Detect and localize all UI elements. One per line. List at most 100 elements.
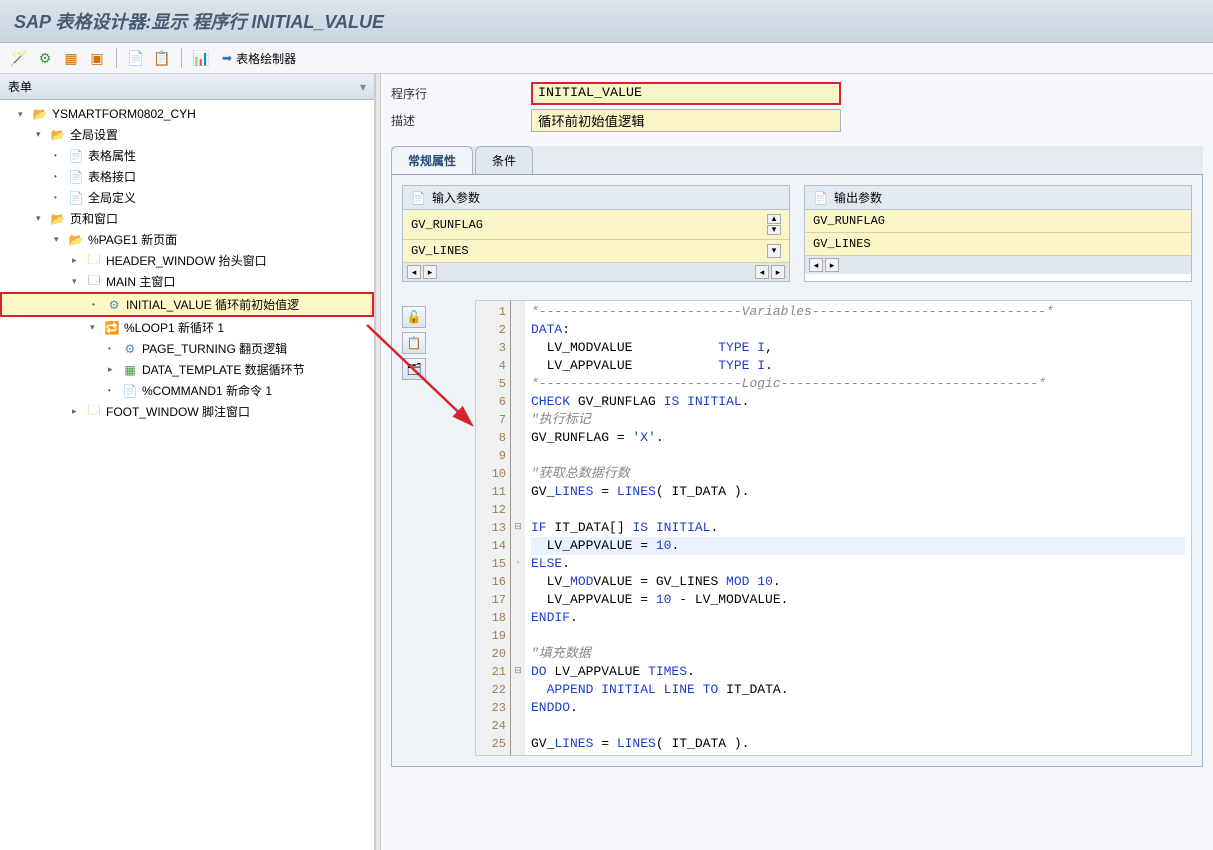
in-param-row-1[interactable]: GV_RUNFLAG ▴ ▾ xyxy=(403,210,789,240)
tree-item[interactable]: ▾📂全局设置 xyxy=(0,124,374,145)
scroll-left2-icon[interactable]: ◂ xyxy=(755,265,769,279)
tree-label: %LOOP1 新循环 1 xyxy=(124,319,224,336)
tree-item[interactable]: ▸▦DATA_TEMPLATE 数据循环节 xyxy=(0,359,374,380)
scroll-right2-icon[interactable]: ▸ xyxy=(771,265,785,279)
dropdown-icon[interactable]: ▾ xyxy=(767,244,781,258)
collapse-icon[interactable]: ▾ xyxy=(360,80,366,94)
tree-label: 表格属性 xyxy=(88,147,136,164)
struct-icon[interactable]: 🗂 xyxy=(402,358,426,380)
in-param-2: GV_LINES xyxy=(411,244,469,258)
left-panel: 表单 ▾ ▾📂YSMARTFORM0802_CYH▾📂全局设置•📄表格属性•📄表… xyxy=(0,74,375,850)
window-icon[interactable]: ▣ xyxy=(86,47,108,69)
tree[interactable]: ▾📂YSMARTFORM0802_CYH▾📂全局设置•📄表格属性•📄表格接口•📄… xyxy=(0,100,374,850)
toolbar-sep xyxy=(116,48,117,68)
bullet-icon: • xyxy=(108,344,118,353)
bullet-icon: • xyxy=(54,151,64,160)
graph2-icon[interactable]: 📊 xyxy=(190,47,212,69)
tree-item[interactable]: ▾📂页和窗口 xyxy=(0,208,374,229)
page1-icon[interactable]: 📄 xyxy=(125,47,147,69)
output-params-header: 📄 输出参数 xyxy=(805,186,1191,210)
input-params-box: 📄 输入参数 GV_RUNFLAG ▴ ▾ GV_LINES ▾ xyxy=(402,185,790,282)
step-up-icon[interactable]: ▴ xyxy=(767,214,781,224)
twist-icon[interactable]: ▾ xyxy=(72,276,82,287)
field-row-desc: 描述 xyxy=(391,109,1203,132)
tree-label: HEADER_WINDOW 抬头窗口 xyxy=(106,252,267,269)
title-bar: SAP 表格设计器:显示 程序行 INITIAL_VALUE xyxy=(0,0,1213,43)
tree-label: 全局定义 xyxy=(88,189,136,206)
tree-item[interactable]: •⚙PAGE_TURNING 翻页逻辑 xyxy=(0,338,374,359)
in-param-row-2[interactable]: GV_LINES ▾ xyxy=(403,240,789,263)
bullet-icon: • xyxy=(54,193,64,202)
twist-icon[interactable]: ▾ xyxy=(90,322,100,333)
copy-icon[interactable]: 📋 xyxy=(402,332,426,354)
graph-icon[interactable]: ▦ xyxy=(60,47,82,69)
out-param-row-1[interactable]: GV_RUNFLAG xyxy=(805,210,1191,233)
step-down-icon[interactable]: ▾ xyxy=(767,225,781,235)
out-param-2: GV_LINES xyxy=(813,237,871,251)
tree-label: MAIN 主窗口 xyxy=(106,273,175,290)
check-icon[interactable]: 🔓 xyxy=(402,306,426,328)
tree-item[interactable]: •📄表格接口 xyxy=(0,166,374,187)
in-param-1: GV_RUNFLAG xyxy=(411,218,483,232)
tree-label: FOOT_WINDOW 脚注窗口 xyxy=(106,403,250,420)
out-scroll: ◂ ▸ xyxy=(805,256,1191,274)
bullet-icon: • xyxy=(92,300,102,309)
painter-label: 表格绘制器 xyxy=(236,50,296,67)
tree-item[interactable]: ▾📂%PAGE1 新页面 xyxy=(0,229,374,250)
toolbar-sep xyxy=(181,48,182,68)
tree-item[interactable]: •📄全局定义 xyxy=(0,187,374,208)
tree-header: 表单 ▾ xyxy=(0,74,374,100)
twist-icon[interactable]: ▾ xyxy=(36,213,46,224)
tree-label: DATA_TEMPLATE 数据循环节 xyxy=(142,361,305,378)
tree-item[interactable]: •⚙INITIAL_VALUE 循环前初始值逻 xyxy=(0,292,374,317)
page2-icon[interactable]: 📋 xyxy=(151,47,173,69)
input-params-label: 输入参数 xyxy=(432,189,480,206)
tab-condition[interactable]: 条件 xyxy=(475,146,533,174)
twist-icon[interactable]: ▸ xyxy=(72,255,82,266)
tree-item[interactable]: ▾📂YSMARTFORM0802_CYH xyxy=(0,104,374,124)
tree-item[interactable]: ▾🗔MAIN 主窗口 xyxy=(0,271,374,292)
out-param-row-2[interactable]: GV_LINES xyxy=(805,233,1191,256)
output-params-label: 输出参数 xyxy=(834,189,882,206)
top-toolbar: 🪄 ⚙ ▦ ▣ 📄 📋 📊 ➡ 表格绘制器 xyxy=(0,43,1213,74)
twist-icon[interactable]: ▸ xyxy=(108,364,118,375)
scroll-right-icon[interactable]: ▸ xyxy=(423,265,437,279)
twist-icon[interactable]: ▸ xyxy=(72,406,82,417)
wand-icon[interactable]: 🪄 xyxy=(8,47,30,69)
line-gutter: 1234567891011121314151617181920212223242… xyxy=(475,300,511,756)
sort-icon[interactable]: ⚙ xyxy=(34,47,56,69)
tree-label: 页和窗口 xyxy=(70,210,118,227)
tree-item[interactable]: ▸🗔HEADER_WINDOW 抬头窗口 xyxy=(0,250,374,271)
twist-icon[interactable]: ▾ xyxy=(54,234,64,245)
twist-icon[interactable]: ▾ xyxy=(36,129,46,140)
code-host: 1234567891011121314151617181920212223242… xyxy=(475,300,1192,756)
scroll-left-icon[interactable]: ◂ xyxy=(809,258,823,272)
scroll-right-icon[interactable]: ▸ xyxy=(825,258,839,272)
twist-icon[interactable]: ▾ xyxy=(18,109,28,120)
tree-label: %PAGE1 新页面 xyxy=(88,231,177,248)
tree-title: 表单 xyxy=(8,78,32,95)
scroll-left-icon[interactable]: ◂ xyxy=(407,265,421,279)
stepper[interactable]: ▴ ▾ xyxy=(767,214,781,235)
tab-general[interactable]: 常规属性 xyxy=(391,146,473,174)
app-title: SAP 表格设计器:显示 程序行 INITIAL_VALUE xyxy=(14,8,1199,34)
out-param-1: GV_RUNFLAG xyxy=(813,214,885,228)
tree-item[interactable]: •📄%COMMAND1 新命令 1 xyxy=(0,380,374,401)
fold-column[interactable]: ⊟◦⊟ xyxy=(511,300,525,756)
field-row-prog: 程序行 xyxy=(391,82,1203,105)
painter-button[interactable]: ➡ 表格绘制器 xyxy=(216,48,302,69)
prog-input[interactable] xyxy=(531,82,841,105)
code-editor[interactable]: *--------------------------Variables----… xyxy=(525,300,1192,756)
code-area: 🔓 📋 🗂 1234567891011121314151617181920212… xyxy=(402,300,1192,756)
desc-input[interactable] xyxy=(531,109,841,132)
tree-item[interactable]: ▾🔁%LOOP1 新循环 1 xyxy=(0,317,374,338)
bullet-icon: • xyxy=(108,386,118,395)
arrow-right-icon: ➡ xyxy=(222,51,232,65)
tree-item[interactable]: •📄表格属性 xyxy=(0,145,374,166)
right-panel: 程序行 描述 常规属性 条件 📄 输入参数 GV_RUNFLAG xyxy=(381,74,1213,850)
in-scroll: ◂ ▸ ◂ ▸ xyxy=(403,263,789,281)
desc-label: 描述 xyxy=(391,112,531,129)
tree-item[interactable]: ▸🗔FOOT_WINDOW 脚注窗口 xyxy=(0,401,374,422)
prog-label: 程序行 xyxy=(391,85,531,102)
tree-label: INITIAL_VALUE 循环前初始值逻 xyxy=(126,296,299,313)
